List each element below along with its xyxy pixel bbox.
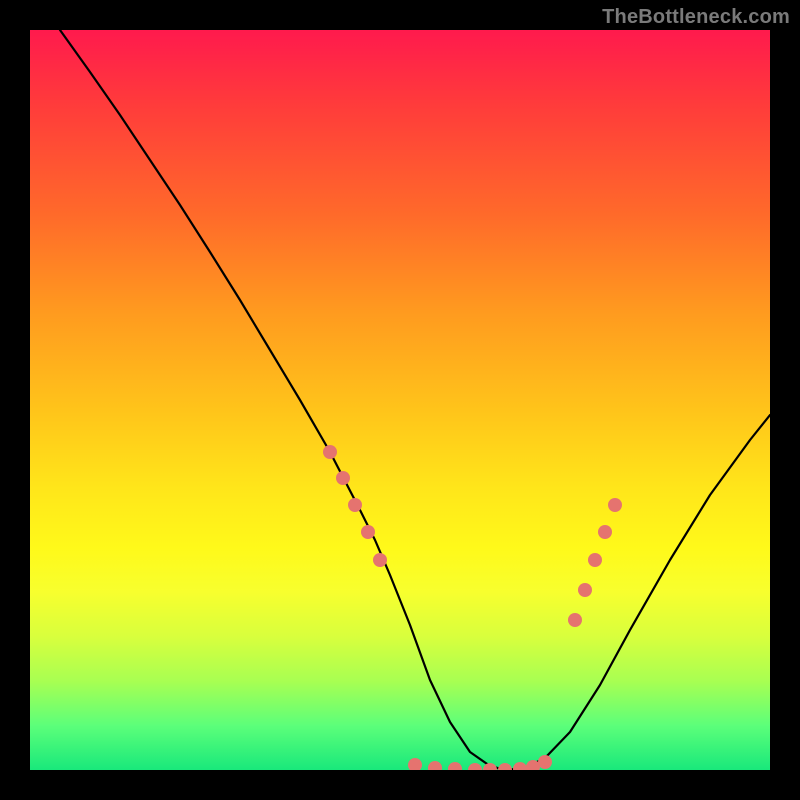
sample-dot [448, 762, 462, 770]
sample-dot [578, 583, 592, 597]
chart-frame: TheBottleneck.com [0, 0, 800, 800]
sample-dot [483, 763, 497, 770]
sample-dot [498, 763, 512, 770]
sample-dot [348, 498, 362, 512]
bottleneck-curve [60, 30, 770, 770]
sample-dot [608, 498, 622, 512]
sample-dot [373, 553, 387, 567]
plot-area [30, 30, 770, 770]
sample-dot [568, 613, 582, 627]
sample-dot [538, 755, 552, 769]
watermark-text: TheBottleneck.com [602, 6, 790, 29]
sample-dot [336, 471, 350, 485]
sample-dot [408, 758, 422, 770]
sample-dot [468, 763, 482, 770]
sample-dot [598, 525, 612, 539]
sample-dot [588, 553, 602, 567]
sample-dot [513, 762, 527, 770]
sample-dot [428, 761, 442, 770]
sample-dot [361, 525, 375, 539]
curve-svg [30, 30, 770, 770]
sample-dot [323, 445, 337, 459]
